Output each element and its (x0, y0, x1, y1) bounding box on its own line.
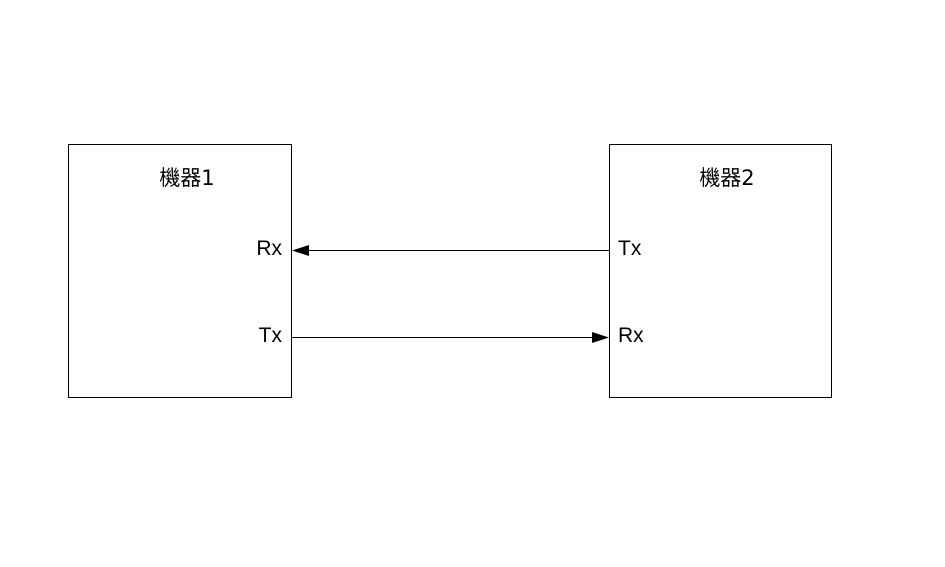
device-1-title: 機器1 (159, 166, 214, 190)
device-2-title: 機器2 (699, 166, 754, 190)
device-2: 機器2 Tx Rx (609, 144, 832, 398)
device-1-rx-label: Rx (256, 237, 282, 260)
device-2-tx-label: Tx (618, 237, 642, 260)
device-2-rx-label: Rx (618, 324, 644, 347)
device-1: 機器1 Rx Tx (68, 144, 292, 398)
connection-tx1-to-rx2 (292, 332, 609, 343)
connection-diagram: 機器1 Rx Tx 機器2 Tx Rx (68, 144, 832, 398)
arrowhead-right-icon (592, 332, 609, 343)
device-1-tx-label: Tx (259, 324, 283, 347)
arrowhead-left-icon (292, 245, 309, 256)
connection-tx2-to-rx1 (292, 245, 609, 256)
